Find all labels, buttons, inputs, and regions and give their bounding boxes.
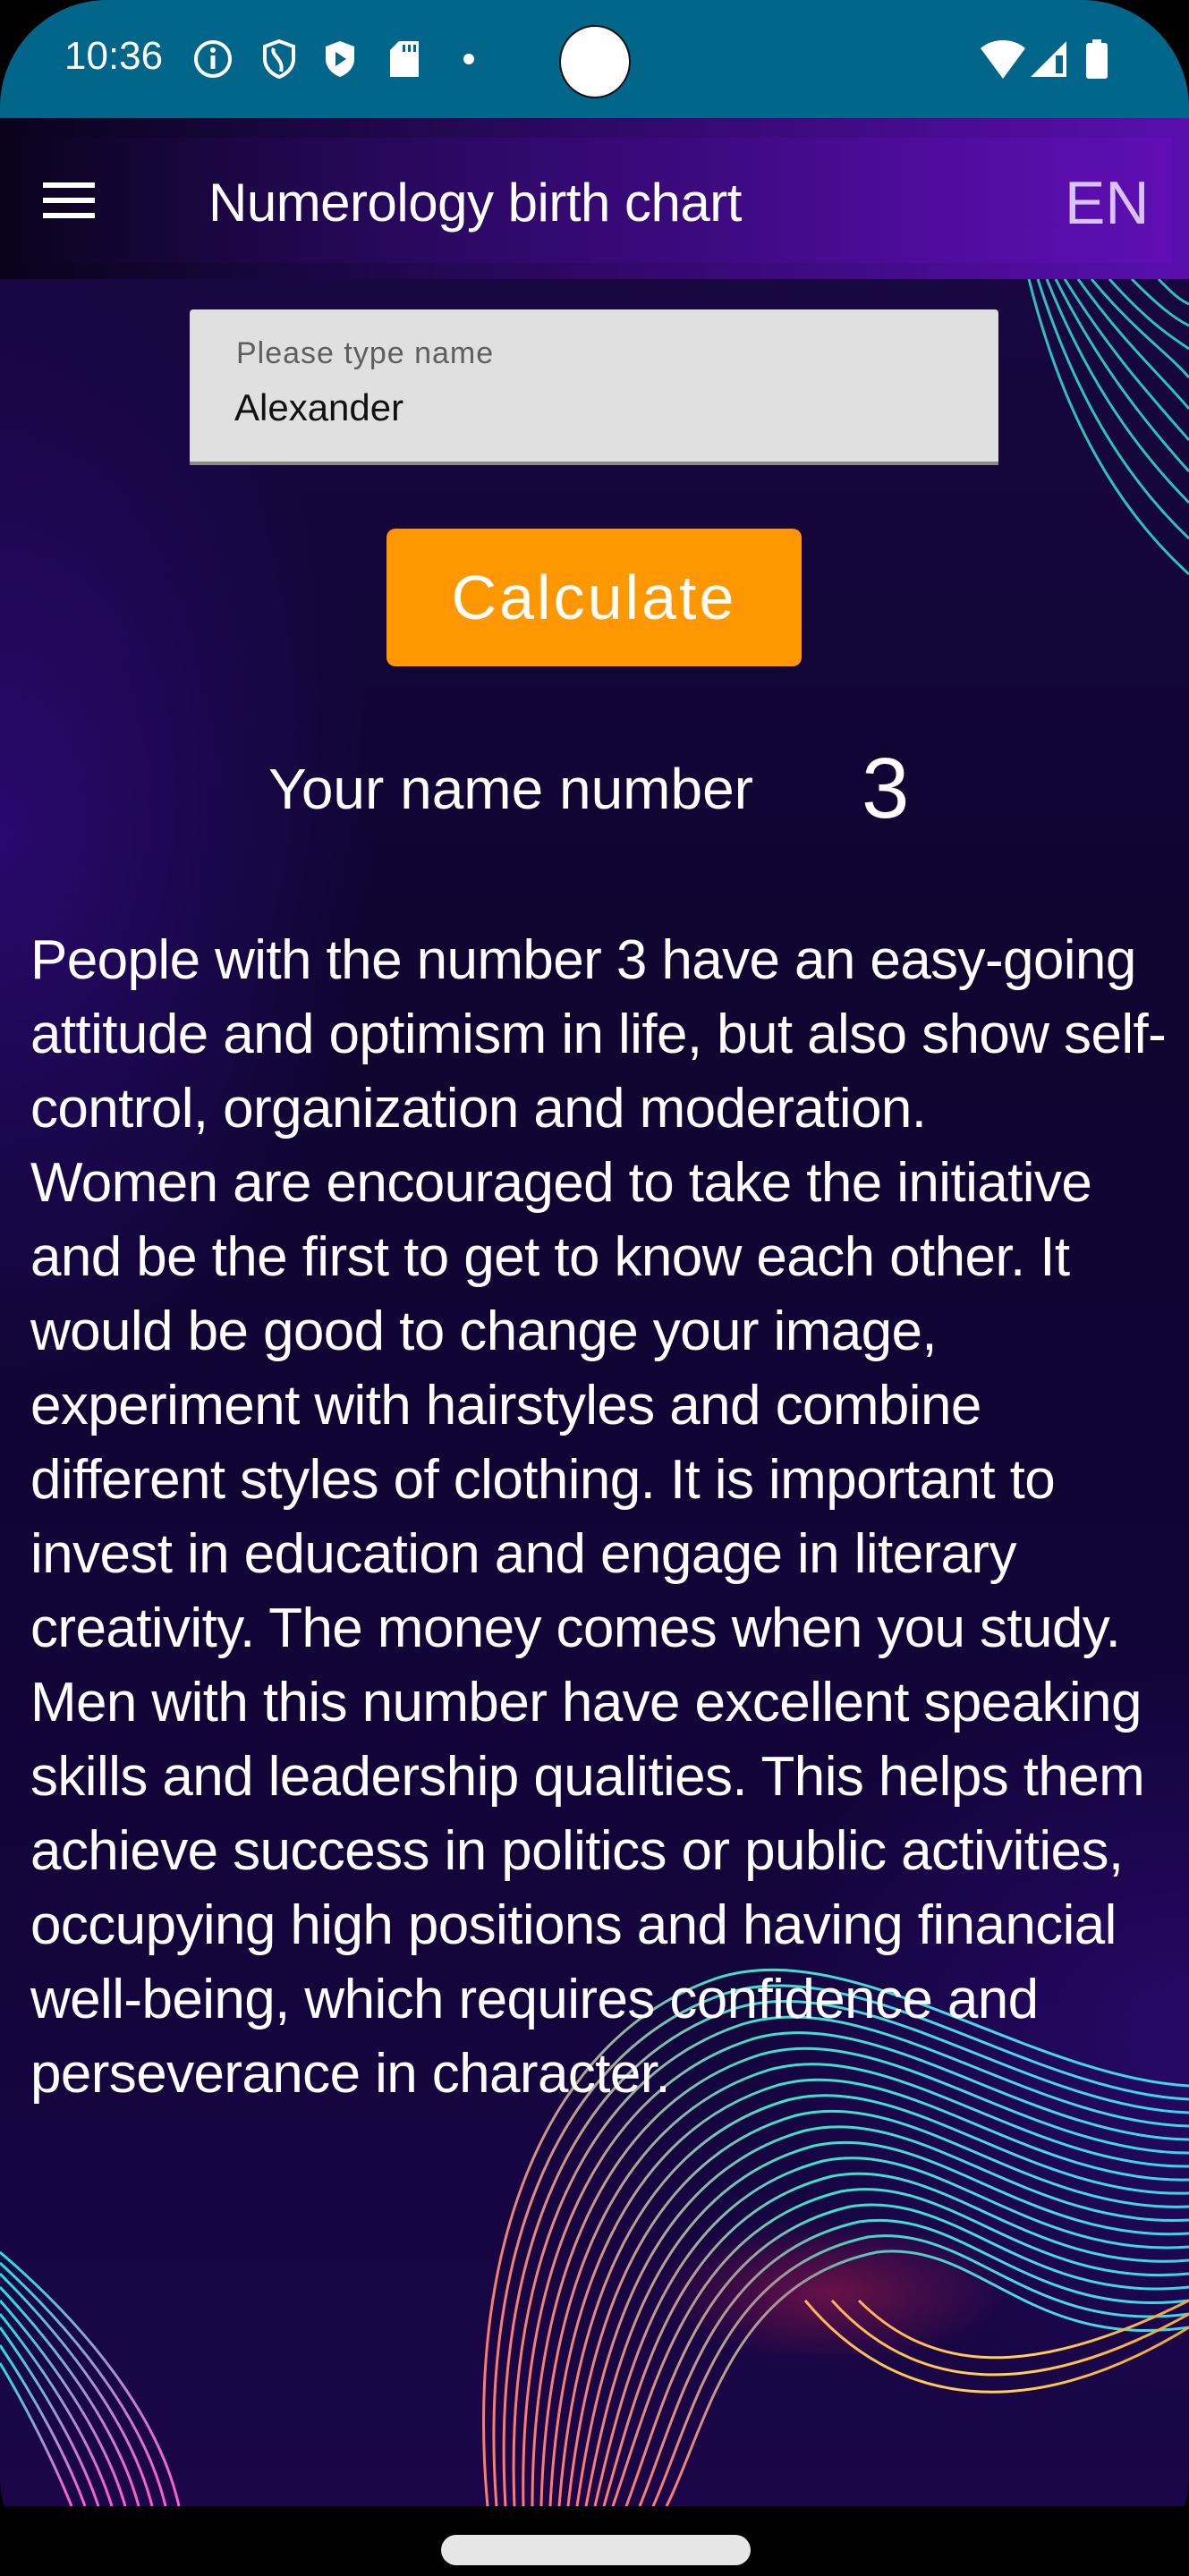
phone-screen: 10:36 Numerology birth chart EN Please t… [0,0,1189,2576]
shield-s-icon [263,38,295,80]
name-number-label: Your name number [268,757,753,821]
wifi-icon [981,40,1025,79]
battery-icon [1086,39,1108,79]
app-toolbar: Numerology birth chart EN [0,118,1189,279]
app-content: Numerology birth chart EN Please type na… [0,118,1189,2506]
bottom-left-wave-lines [0,2250,181,2506]
status-bar: 10:36 [0,0,1189,118]
name-number-value: 3 [862,741,910,836]
sd-card-icon [390,41,419,77]
home-gesture-handle[interactable] [441,2535,751,2565]
calculate-button[interactable]: Calculate [386,529,802,666]
shield-play-icon [326,41,354,77]
glow-accent [653,2220,1011,2363]
navigation-bar [0,2506,1189,2576]
name-field[interactable]: Please type name [190,309,998,465]
app-title: Numerology birth chart [208,173,742,233]
hamburger-menu-icon[interactable] [43,182,95,218]
number-description: People with the number 3 have an easy-go… [30,929,1167,2105]
dot-icon [463,54,474,64]
name-input[interactable] [234,381,950,435]
signal-icon [1031,41,1066,77]
top-right-wave-lines [1027,277,1189,576]
front-camera [559,25,631,98]
name-field-label: Please type name [236,336,495,370]
status-time: 10:36 [64,34,164,78]
info-icon [194,40,232,78]
language-button[interactable]: EN [1065,168,1149,238]
